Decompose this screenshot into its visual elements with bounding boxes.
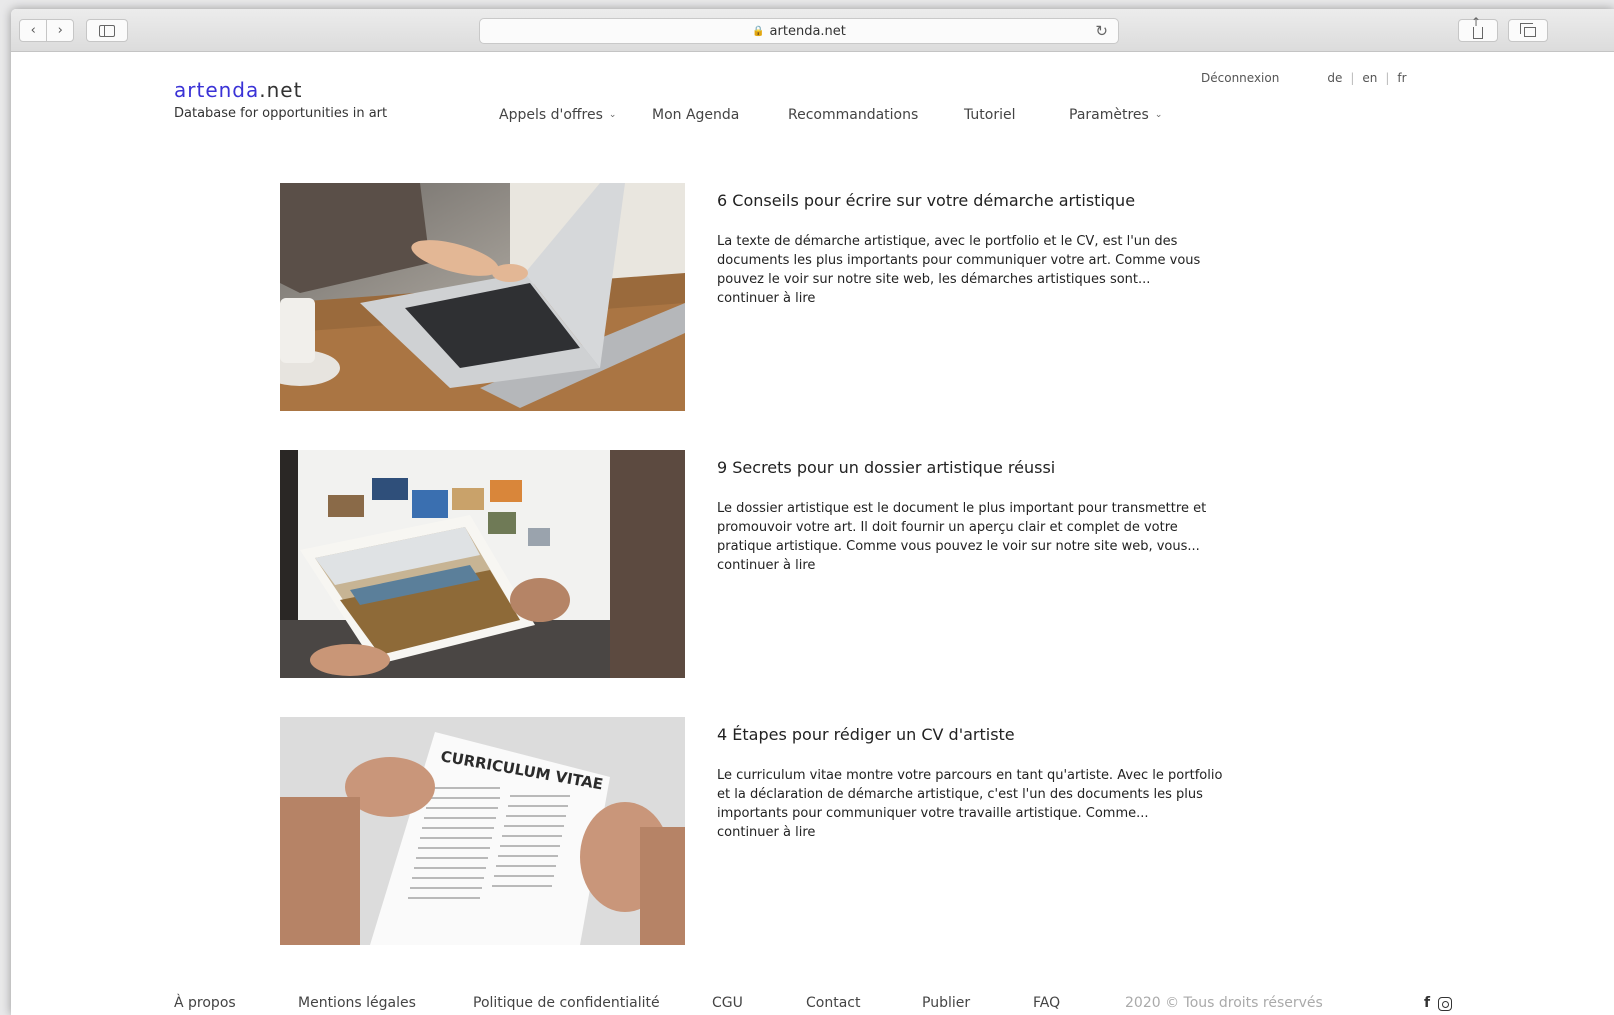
article-title[interactable]: 9 Secrets pour un dossier artistique réu… bbox=[717, 458, 1055, 477]
copyright-text: 2020 © Tous droits réservés bbox=[1125, 995, 1323, 1011]
instagram-icon[interactable] bbox=[1438, 997, 1453, 1011]
sidebar-toggle-button[interactable] bbox=[86, 19, 128, 42]
browser-toolbar: ‹ › 🔒 artenda.net ↻ bbox=[11, 9, 1614, 52]
article-excerpt: Le curriculum vitae montre votre parcour… bbox=[717, 768, 1223, 821]
footer-link-faq[interactable]: FAQ bbox=[1033, 995, 1060, 1011]
site-tagline: Database for opportunities in art bbox=[174, 106, 388, 121]
forward-icon[interactable]: › bbox=[46, 20, 73, 41]
lang-fr-link[interactable]: fr bbox=[1397, 71, 1406, 85]
address-bar[interactable]: 🔒 artenda.net ↻ bbox=[479, 18, 1119, 44]
site-logo[interactable]: artenda.net bbox=[174, 78, 302, 102]
article-excerpt: Le dossier artistique est le document le… bbox=[717, 501, 1207, 554]
chevron-down-icon: ⌄ bbox=[1154, 110, 1163, 120]
footer-link-a-propos[interactable]: À propos bbox=[174, 995, 236, 1011]
article-title[interactable]: 6 Conseils pour écrire sur votre démarch… bbox=[717, 191, 1135, 210]
article-title[interactable]: 4 Étapes pour rédiger un CV d'artiste bbox=[717, 725, 1015, 744]
nav-item-parametres[interactable]: Paramètres ⌄ bbox=[1069, 107, 1162, 123]
facebook-icon[interactable]: f bbox=[1424, 995, 1430, 1011]
article-excerpt: La texte de démarche artistique, avec le… bbox=[717, 234, 1201, 287]
nav-item-tutoriel[interactable]: Tutoriel bbox=[964, 107, 1016, 123]
article-image-laptop[interactable] bbox=[280, 183, 685, 411]
lock-icon: 🔒 bbox=[752, 25, 765, 37]
article-image-cv[interactable]: CURRICULUM VITAE bbox=[280, 717, 685, 945]
lang-de-link[interactable]: de bbox=[1327, 71, 1342, 85]
logout-link[interactable]: Déconnexion bbox=[1201, 71, 1279, 85]
logo-tld: .net bbox=[259, 78, 303, 102]
nav-item-appels-doffres[interactable]: Appels d'offres ⌄ bbox=[499, 107, 616, 123]
tabs-overview-button[interactable] bbox=[1508, 19, 1548, 42]
article-card: 6 Conseils pour écrire sur votre démarch… bbox=[280, 183, 1240, 411]
nav-item-recommandations[interactable]: Recommandations bbox=[788, 107, 918, 123]
continue-reading-link[interactable]: continuer à lire bbox=[717, 823, 815, 842]
tabs-icon bbox=[1519, 23, 1536, 37]
chevron-down-icon: ⌄ bbox=[608, 110, 617, 120]
footer-link-cgu[interactable]: CGU bbox=[712, 995, 743, 1011]
social-links: f bbox=[1424, 995, 1453, 1011]
share-icon bbox=[1471, 15, 1483, 39]
lang-en-link[interactable]: en bbox=[1362, 71, 1377, 85]
footer-link-mentions-legales[interactable]: Mentions légales bbox=[298, 995, 416, 1011]
history-nav: ‹ › bbox=[19, 19, 74, 42]
browser-window: ‹ › 🔒 artenda.net ↻ artenda.net Database… bbox=[11, 9, 1614, 1015]
nav-item-mon-agenda[interactable]: Mon Agenda bbox=[652, 107, 739, 123]
article-image-photos[interactable] bbox=[280, 450, 685, 678]
share-button[interactable] bbox=[1458, 15, 1498, 42]
sidebar-icon bbox=[99, 24, 115, 37]
reload-icon[interactable]: ↻ bbox=[1095, 22, 1108, 40]
footer-link-contact[interactable]: Contact bbox=[806, 995, 860, 1011]
logo-name: artenda bbox=[174, 78, 260, 102]
footer-link-publier[interactable]: Publier bbox=[922, 995, 970, 1011]
url-text: artenda.net bbox=[769, 23, 846, 39]
back-icon[interactable]: ‹ bbox=[20, 20, 46, 41]
continue-reading-link[interactable]: continuer à lire bbox=[717, 556, 815, 575]
account-links: Déconnexion de | en | fr bbox=[1201, 71, 1407, 85]
article-card: 9 Secrets pour un dossier artistique réu… bbox=[280, 450, 1240, 678]
article-card: CURRICULUM VITAE 4 Étapes pour rédiger u… bbox=[280, 717, 1240, 945]
continue-reading-link[interactable]: continuer à lire bbox=[717, 289, 815, 308]
footer-link-privacy[interactable]: Politique de confidentialité bbox=[473, 995, 660, 1011]
page-content: artenda.net Database for opportunities i… bbox=[11, 52, 1614, 1015]
